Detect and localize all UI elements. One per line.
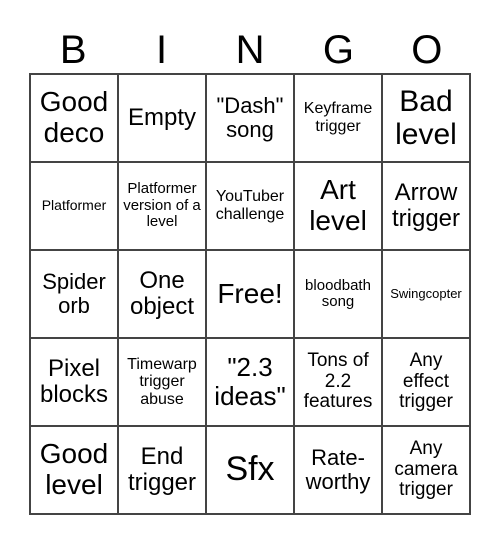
bingo-cell[interactable]: bloodbath song	[294, 250, 382, 338]
cell-label: Platformer	[41, 197, 107, 214]
cell-label: bloodbath song	[305, 276, 371, 310]
bingo-cell[interactable]: Sfx	[206, 426, 294, 514]
cell-label: One object	[129, 266, 195, 320]
cell-label: "Dash" song	[216, 92, 284, 142]
bingo-cell[interactable]: Bad level	[382, 74, 470, 162]
bingo-cell[interactable]: Swingcopter	[382, 250, 470, 338]
bingo-cell[interactable]: Good level	[30, 426, 118, 514]
bingo-cell[interactable]: Art level	[294, 162, 382, 250]
cell-label: Pixel blocks	[39, 354, 109, 408]
bingo-cell[interactable]: Keyframe trigger	[294, 74, 382, 162]
cell-label: Any camera trigger	[394, 437, 458, 501]
cell-label: Timewarp trigger abuse	[127, 355, 197, 408]
bingo-cell[interactable]: "2.3 ideas"	[206, 338, 294, 426]
cell-label: Any effect trigger	[399, 349, 453, 413]
cell-label: Bad level	[395, 85, 457, 151]
bingo-cell[interactable]: Rate-worthy	[294, 426, 382, 514]
bingo-cell[interactable]: Any camera trigger	[382, 426, 470, 514]
bingo-cell[interactable]: YouTuber challenge	[206, 162, 294, 250]
cell-label: Rate-worthy	[305, 444, 371, 494]
header-letter-o: O	[411, 28, 443, 72]
bingo-cell[interactable]: Tons of 2.2 features	[294, 338, 382, 426]
cell-label: Arrow trigger	[391, 178, 461, 232]
cell-label: Art level	[309, 174, 367, 236]
bingo-cell[interactable]: End trigger	[118, 426, 206, 514]
bingo-grid: Good deco Empty "Dash" song Keyframe tri…	[29, 73, 471, 515]
free-space-cell[interactable]: Free!	[206, 250, 294, 338]
bingo-cell[interactable]: One object	[118, 250, 206, 338]
bingo-cell[interactable]: Spider orb	[30, 250, 118, 338]
bingo-cell[interactable]: Platformer version of a level	[118, 162, 206, 250]
cell-label: Good level	[39, 438, 109, 500]
bingo-header: B I N G O	[29, 26, 471, 74]
bingo-cell[interactable]: Platformer	[30, 162, 118, 250]
cell-label: End trigger	[127, 442, 197, 496]
bingo-cell[interactable]: Empty	[118, 74, 206, 162]
cell-label: Spider orb	[42, 268, 106, 318]
cell-label: Good deco	[39, 86, 109, 148]
cell-label: YouTuber challenge	[215, 188, 285, 223]
cell-label: Platformer version of a level	[123, 180, 201, 231]
header-letter-i: I	[156, 28, 168, 72]
bingo-cell[interactable]: Pixel blocks	[30, 338, 118, 426]
bingo-cell[interactable]: Good deco	[30, 74, 118, 162]
bingo-cell[interactable]: "Dash" song	[206, 74, 294, 162]
bingo-cell[interactable]: Timewarp trigger abuse	[118, 338, 206, 426]
cell-label: "2.3 ideas"	[214, 352, 286, 411]
cell-label: Empty	[127, 103, 196, 131]
cell-label: Sfx	[225, 450, 275, 489]
cell-label: Free!	[217, 277, 283, 309]
bingo-cell[interactable]: Any effect trigger	[382, 338, 470, 426]
header-letter-g: G	[322, 28, 354, 72]
cell-label: Tons of 2.2 features	[303, 349, 373, 413]
header-letter-n: N	[235, 28, 265, 72]
header-letter-b: B	[59, 28, 87, 72]
bingo-cell[interactable]: Arrow trigger	[382, 162, 470, 250]
cell-label: Keyframe trigger	[303, 100, 373, 135]
cell-label: Swingcopter	[390, 285, 462, 301]
